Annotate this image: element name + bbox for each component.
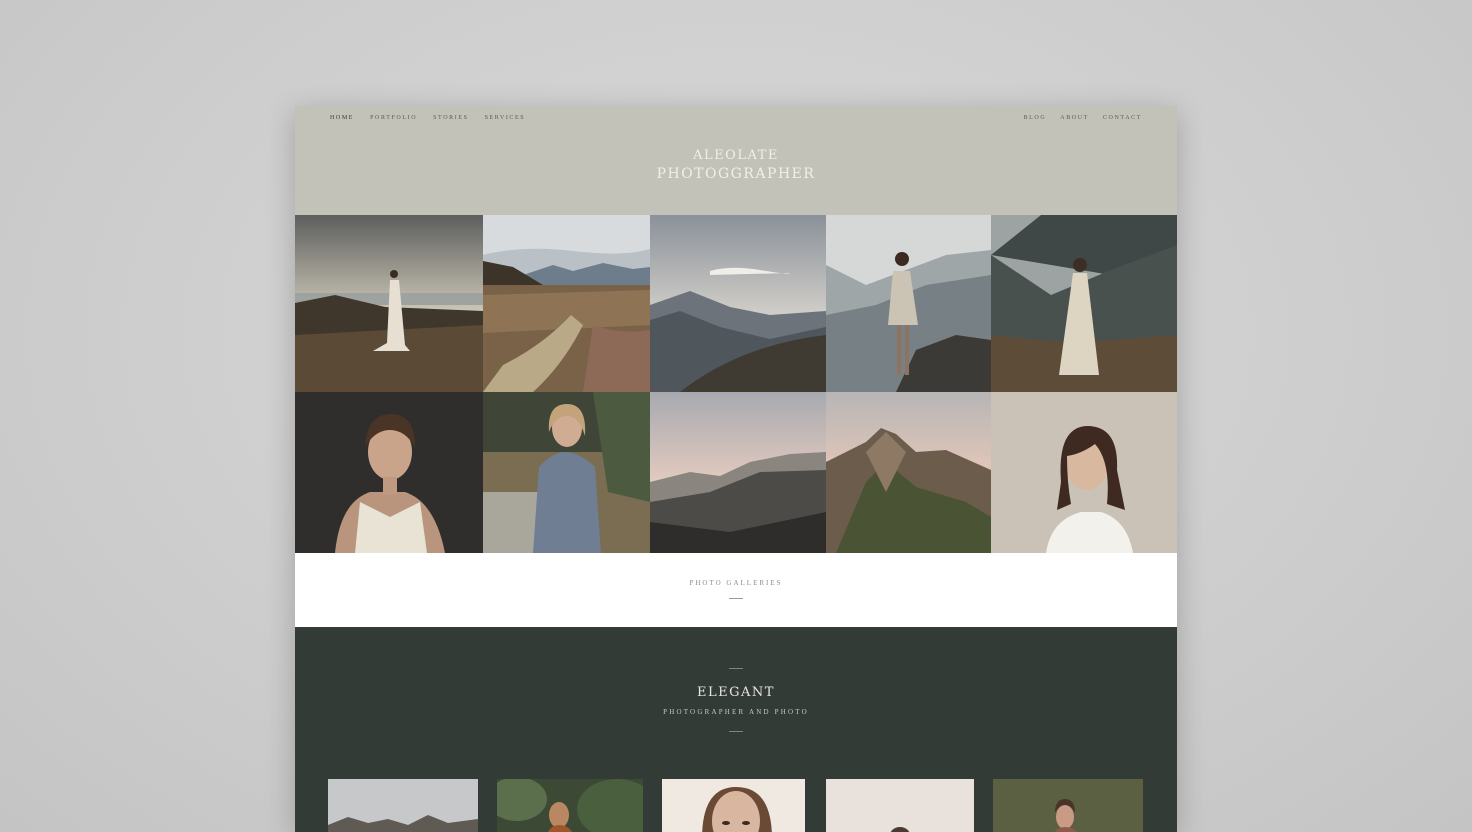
thumb-soft-portrait[interactable] — [826, 779, 974, 832]
secondary-nav: Blog About Contact — [1024, 115, 1142, 121]
nav-portfolio[interactable]: Portfolio — [370, 115, 417, 121]
featured-title: ELEGANT — [697, 685, 775, 700]
photo-bride-on-cliff[interactable] — [295, 215, 483, 392]
photo-bride-mountains[interactable] — [991, 215, 1177, 392]
site-logo[interactable]: ALEOLATE PHOTOGGRAPHER — [295, 146, 1177, 184]
divider — [729, 598, 743, 599]
thumb-mountains[interactable] — [328, 779, 478, 832]
thumb-green-portrait[interactable] — [993, 779, 1143, 832]
featured-subtitle: PHOTOGRAPHER AND PHOTO — [663, 708, 809, 716]
logo-line-1: ALEOLATE — [693, 148, 779, 163]
nav-contact[interactable]: Contact — [1103, 115, 1142, 121]
photo-mountain-path[interactable] — [483, 215, 650, 392]
photo-portrait-halter[interactable] — [295, 392, 483, 553]
photo-grid — [295, 215, 1177, 553]
site-header: Home Portfolio Stories Services Blog Abo… — [295, 106, 1177, 215]
divider-top — [729, 668, 743, 669]
featured-thumbnails — [295, 779, 1177, 832]
photo-woman-denim[interactable] — [483, 392, 650, 553]
photo-woman-on-rock[interactable] — [826, 215, 991, 392]
nav-home[interactable]: Home — [330, 115, 354, 121]
gallery-strip-label[interactable]: PHOTO GALLERIES — [295, 579, 1177, 587]
divider-bottom — [729, 731, 743, 732]
thumb-closeup-portrait[interactable] — [662, 779, 805, 832]
photo-portrait-white-shirt[interactable] — [991, 392, 1177, 553]
nav-blog[interactable]: Blog — [1024, 115, 1047, 121]
nav-stories[interactable]: Stories — [433, 115, 468, 121]
thumb-jungle-portrait[interactable] — [497, 779, 643, 832]
featured-section: ELEGANT PHOTOGRAPHER AND PHOTO — [295, 627, 1177, 832]
nav-about[interactable]: About — [1060, 115, 1089, 121]
gallery-strip: PHOTO GALLERIES — [295, 553, 1177, 627]
website-page: Home Portfolio Stories Services Blog Abo… — [295, 106, 1177, 832]
photo-granite-peak[interactable] — [826, 392, 991, 553]
photo-pink-sky-peaks[interactable] — [650, 392, 826, 553]
photo-mountain-range[interactable] — [650, 215, 826, 392]
nav-services[interactable]: Services — [485, 115, 526, 121]
logo-line-2: PHOTOGGRAPHER — [656, 166, 816, 182]
primary-nav: Home Portfolio Stories Services — [330, 115, 525, 121]
